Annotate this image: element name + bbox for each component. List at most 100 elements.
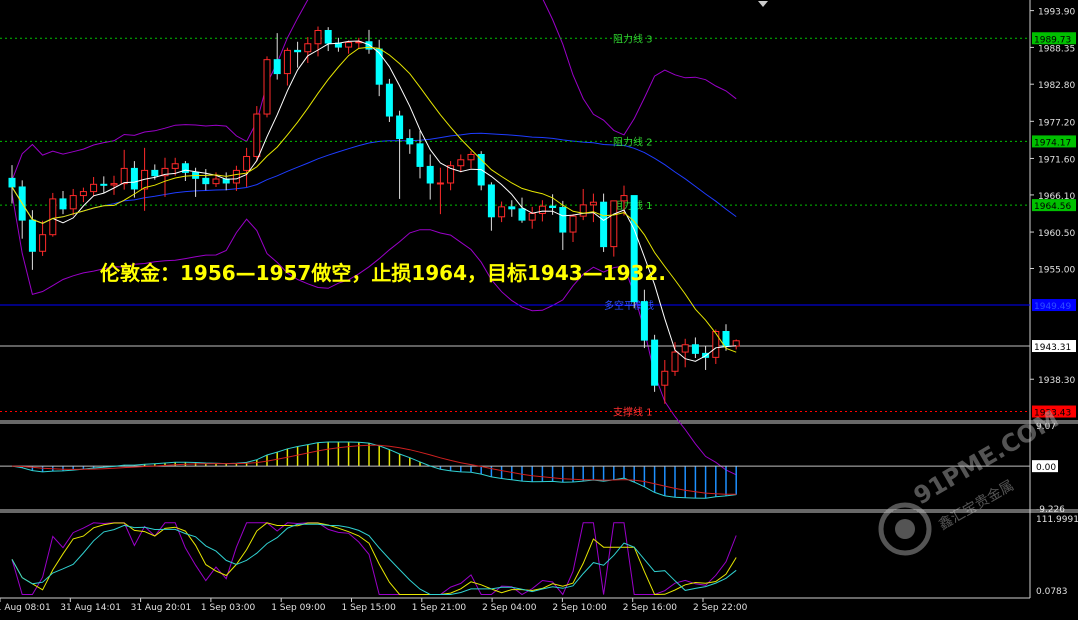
candle[interactable] [202, 169, 210, 191]
price-tick-label: 1977.20 [1038, 118, 1075, 128]
candle-body [426, 165, 434, 184]
candle[interactable] [59, 190, 67, 215]
candle-body [559, 207, 567, 233]
candle[interactable] [18, 180, 26, 239]
candle[interactable] [498, 201, 506, 223]
candle-body [324, 29, 332, 44]
candlestick-chart[interactable]: 阻力线 3 1989.73 阻力线 2 1974.17 阻力线 1 1964.56 多空平衡… [0, 0, 1078, 616]
candle[interactable] [100, 176, 108, 193]
candle-body [600, 201, 608, 248]
candle[interactable] [671, 342, 679, 376]
macd-tick-label: 0.00 [1036, 463, 1056, 473]
candle[interactable] [263, 56, 271, 118]
time-tick-label: 1 Sep 09:00 [271, 603, 326, 613]
candle-body [528, 212, 536, 221]
candle-body [385, 83, 393, 117]
candle[interactable] [681, 338, 689, 368]
candle-body [253, 113, 261, 157]
candle[interactable] [569, 214, 577, 242]
candle[interactable] [447, 161, 455, 191]
candle[interactable] [579, 188, 587, 221]
candle[interactable] [436, 167, 444, 215]
candle-body [549, 205, 557, 209]
candle[interactable] [385, 78, 393, 122]
candle-body [8, 177, 16, 188]
candle[interactable] [712, 329, 720, 364]
level-label: 阻力线 2 [613, 135, 653, 148]
candle[interactable] [110, 175, 118, 195]
candle[interactable] [600, 193, 608, 252]
candle[interactable] [406, 129, 414, 154]
candle[interactable] [457, 154, 465, 173]
candle-body [232, 169, 240, 184]
candle-body [100, 183, 108, 186]
time-tick-label: 2 Sep 16:00 [623, 603, 678, 613]
bollinger-upper-line [11, 0, 737, 181]
candle[interactable] [508, 200, 516, 217]
time-tick-label: 31 Aug 14:01 [60, 603, 121, 613]
candle[interactable] [314, 26, 322, 57]
candle[interactable] [69, 188, 77, 216]
candle-body [651, 339, 659, 386]
candle[interactable] [467, 151, 475, 169]
candle[interactable] [732, 339, 740, 350]
candle-body [39, 234, 47, 252]
candle[interactable] [426, 154, 434, 200]
candle[interactable] [691, 337, 699, 359]
oscillator-line-j [11, 523, 737, 595]
candle[interactable] [283, 47, 291, 86]
candle[interactable] [487, 182, 495, 231]
candle[interactable] [610, 200, 618, 257]
candle[interactable] [651, 334, 659, 392]
candle-body [630, 195, 638, 303]
candle[interactable] [294, 41, 302, 68]
candle-body [538, 205, 546, 214]
level-price-label: 1949.49 [1034, 302, 1071, 312]
candle-body [79, 191, 87, 197]
candle[interactable] [640, 289, 648, 349]
time-tick-label: 31 Aug 20:01 [131, 603, 192, 613]
price-tick-label: 1988.35 [1038, 44, 1075, 54]
candle[interactable] [243, 147, 251, 187]
candle[interactable] [589, 193, 597, 223]
candle[interactable] [416, 130, 424, 179]
candle[interactable] [90, 177, 98, 197]
candle[interactable] [559, 200, 567, 250]
candle[interactable] [39, 220, 47, 256]
candle[interactable] [630, 195, 638, 309]
candle-body [212, 178, 220, 185]
candle-body [345, 41, 353, 48]
candle[interactable] [49, 192, 57, 237]
candle-body [487, 184, 495, 218]
candle[interactable] [8, 165, 16, 204]
candle[interactable] [222, 172, 230, 191]
candle-body [498, 206, 506, 218]
candle[interactable] [161, 157, 169, 197]
macd-tick-label: -9.226 [1036, 505, 1065, 515]
candle[interactable] [324, 27, 332, 52]
candle-body [28, 219, 36, 252]
candle-body [304, 43, 312, 53]
candle-body [171, 163, 179, 169]
candle[interactable] [79, 187, 87, 203]
candle[interactable] [702, 346, 710, 370]
candle[interactable] [355, 37, 363, 49]
candle-body [396, 115, 404, 140]
level-price-label: 1964.56 [1034, 202, 1071, 212]
chart-shift-marker-icon[interactable] [758, 1, 768, 7]
candle-body [508, 206, 516, 210]
time-tick-label: 1 Sep 15:00 [342, 603, 397, 613]
candle[interactable] [518, 197, 526, 223]
candle-body [375, 48, 383, 85]
candle[interactable] [396, 110, 404, 199]
candle-body [518, 208, 526, 221]
oscillator-line-d [11, 522, 737, 596]
candle[interactable] [345, 40, 353, 54]
candle-body [620, 195, 628, 202]
candle[interactable] [365, 29, 373, 54]
candle[interactable] [334, 37, 342, 52]
candle[interactable] [528, 206, 536, 229]
level-label: 阻力线 3 [613, 32, 653, 45]
candle-body [569, 215, 577, 233]
candle[interactable] [253, 106, 261, 162]
